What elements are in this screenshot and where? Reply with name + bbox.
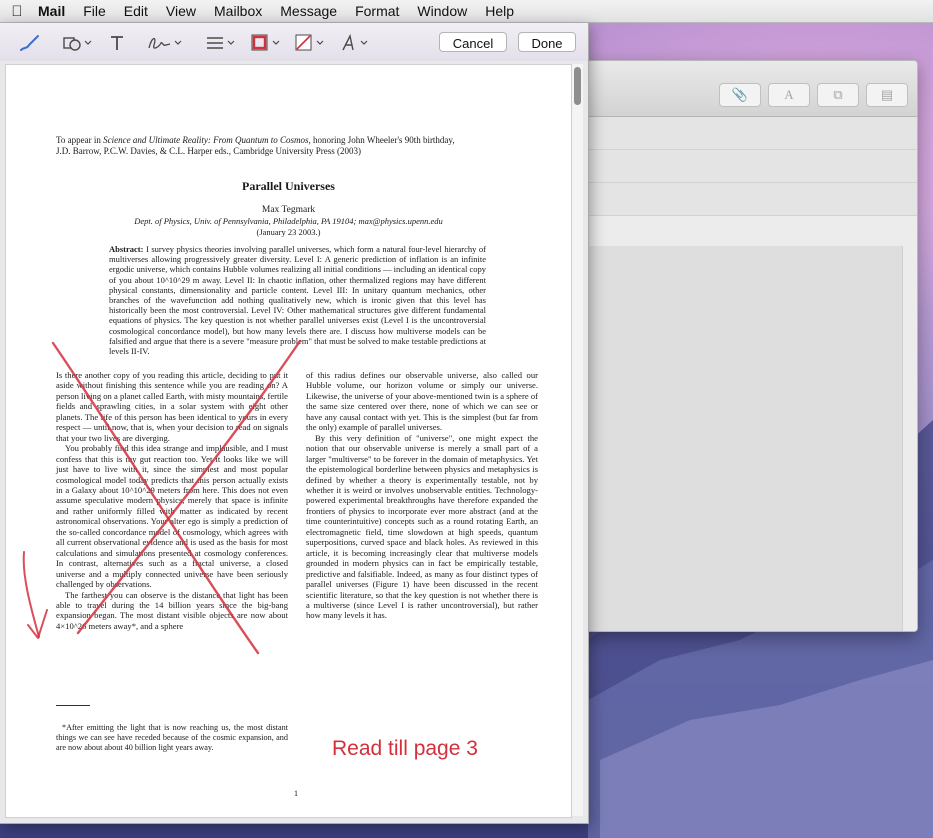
paperclip-icon[interactable]: 📎 <box>719 83 761 107</box>
menu-help[interactable]: Help <box>476 3 523 19</box>
font-icon[interactable]: A <box>768 83 810 107</box>
annotation-note: Read till page 3 <box>332 737 478 760</box>
text-icon[interactable] <box>108 32 126 54</box>
body-paragraph: of this radius defines our observable un… <box>306 370 538 433</box>
publication-note-pre: To appear in <box>56 135 104 145</box>
message-body[interactable] <box>561 246 903 631</box>
body-paragraph: Is there another copy of you reading thi… <box>56 370 288 443</box>
menu-format[interactable]: Format <box>346 3 408 19</box>
text-style-icon[interactable] <box>340 32 368 54</box>
left-column: Is there another copy of you reading thi… <box>56 370 288 631</box>
publication-note-book: Science and Ultimate Reality: From Quant… <box>103 135 311 145</box>
chevron-down-icon <box>272 40 280 45</box>
pdf-page[interactable]: To appear in Science and Ultimate Realit… <box>5 64 572 818</box>
line-style-icon[interactable] <box>205 32 235 54</box>
fill-color-icon[interactable] <box>294 32 324 54</box>
publication-note: To appear in Science and Ultimate Realit… <box>56 135 538 157</box>
apple-menu-icon[interactable]:  <box>0 3 34 20</box>
scrollbar-thumb[interactable] <box>574 67 581 105</box>
body-paragraph: You probably find this idea strange and … <box>56 443 288 590</box>
markup-sheet: Cancel Done To appear in Science and Ult… <box>0 23 589 824</box>
abstract-label: Abstract: <box>109 244 144 254</box>
paper-title: Parallel Universes <box>242 179 335 193</box>
cc-field-row[interactable] <box>561 150 917 183</box>
body-paragraph: By this very definition of "universe", o… <box>306 432 538 621</box>
sketch-icon[interactable] <box>18 32 42 54</box>
signature-icon[interactable] <box>146 32 182 54</box>
to-field-row[interactable] <box>561 117 917 150</box>
paper-abstract: Abstract: I survey physics theories invo… <box>109 244 486 356</box>
paper-affiliation: Dept. of Physics, Univ. of Pennsylvania,… <box>134 216 443 226</box>
border-color-icon[interactable] <box>250 32 280 54</box>
chevron-down-icon <box>227 40 235 45</box>
menu-file[interactable]: File <box>74 3 115 19</box>
cancel-button[interactable]: Cancel <box>439 32 507 52</box>
photo-browser-icon[interactable]: ▤ <box>866 83 908 107</box>
menu-app-name[interactable]: Mail <box>34 3 74 19</box>
footnote-rule <box>56 705 90 706</box>
menu-message[interactable]: Message <box>271 3 346 19</box>
abstract-text: I survey physics theories involving para… <box>109 244 487 357</box>
page-scrollbar[interactable] <box>572 64 583 816</box>
publication-note-editors: J.D. Barrow, P.C.W. Davies, & C.L. Harpe… <box>56 146 362 156</box>
compose-window: 📎 A ⧉ ▤ <box>560 60 918 632</box>
menu-window[interactable]: Window <box>408 3 476 19</box>
chevron-down-icon <box>360 40 368 45</box>
paper-date: (January 23 2003.) <box>256 227 321 237</box>
body-paragraph: The farthest you can observe is the dist… <box>56 589 288 631</box>
menu-edit[interactable]: Edit <box>115 3 157 19</box>
chevron-down-icon <box>84 40 92 45</box>
down-arrow-head <box>27 609 48 639</box>
markup-toolbar: Cancel Done <box>0 23 588 61</box>
menu-mailbox[interactable]: Mailbox <box>205 3 271 19</box>
chevron-down-icon <box>316 40 324 45</box>
shapes-icon[interactable] <box>62 32 92 54</box>
compose-titlebar: 📎 A ⧉ ▤ <box>561 61 917 117</box>
chevron-down-icon <box>174 40 182 45</box>
footnote: *After emitting the light that is now re… <box>56 723 288 752</box>
subject-field-row[interactable] <box>561 183 917 216</box>
page-number: 1 <box>293 788 299 798</box>
done-button[interactable]: Done <box>518 32 576 52</box>
publication-note-post: honoring John Wheeler's 90th birthday, <box>310 135 455 145</box>
window-icon[interactable]: ⧉ <box>817 83 859 107</box>
down-arrow-stroke <box>22 551 40 638</box>
menu-bar:  Mail File Edit View Mailbox Message Fo… <box>0 0 933 23</box>
menu-view[interactable]: View <box>157 3 205 19</box>
compose-scrollbar[interactable] <box>902 246 917 631</box>
paper-author: Max Tegmark <box>261 205 316 215</box>
right-column: of this radius defines our observable un… <box>306 370 538 621</box>
